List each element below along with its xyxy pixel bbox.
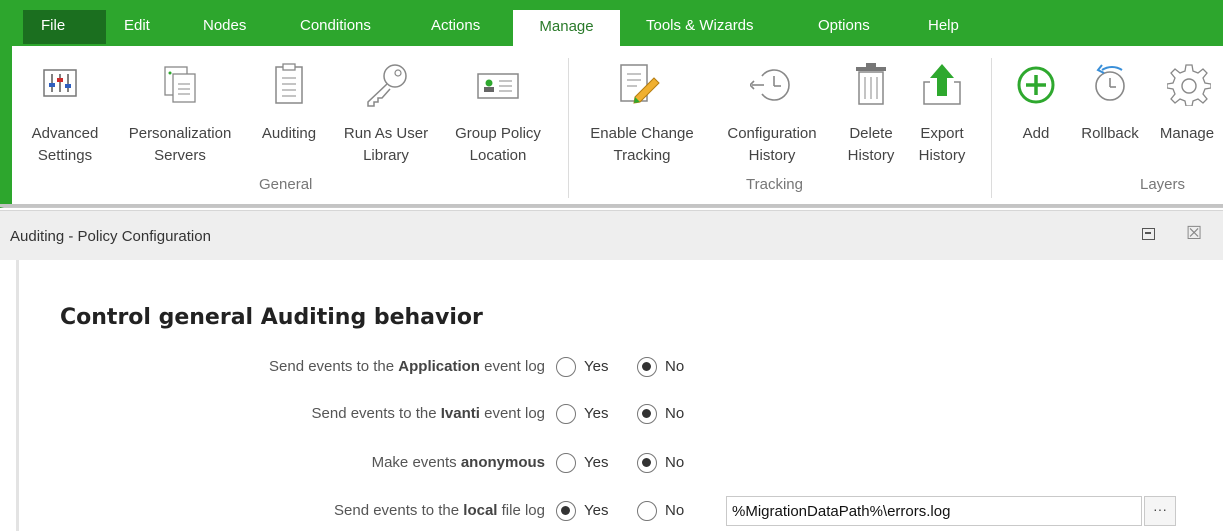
personalization-servers-label-1: Personalization xyxy=(128,125,232,142)
sliders-icon xyxy=(42,66,78,106)
label-suffix: event log xyxy=(479,405,545,422)
label-bold: Application xyxy=(398,358,480,375)
enable-change-tracking-label-2: Tracking xyxy=(613,147,671,164)
section-heading: Control general Auditing behavior xyxy=(60,305,483,330)
menu-actions[interactable]: Actions xyxy=(431,17,480,34)
group-policy-label-1: Group Policy xyxy=(455,125,541,142)
ivanti-event-log-label: Send events to the Ivanti event log xyxy=(312,405,546,422)
ribbon-separator-tracking xyxy=(991,58,992,198)
clipboard-icon xyxy=(272,62,306,112)
label-prefix: Send events to the xyxy=(269,358,399,375)
anonymous-no-label: No xyxy=(665,454,685,471)
label-prefix: Send events to the xyxy=(311,405,441,422)
group-label-tracking: Tracking xyxy=(746,176,803,193)
auditing-label: Auditing xyxy=(261,125,317,142)
group-policy-label-2: Location xyxy=(469,147,527,164)
id-card-icon xyxy=(476,72,520,106)
menu-conditions[interactable]: Conditions xyxy=(300,17,371,34)
servers-icon xyxy=(161,64,199,110)
label-bold: anonymous xyxy=(460,454,545,471)
manage-label: Manage xyxy=(1159,125,1215,142)
local-yes-radio[interactable] xyxy=(556,501,576,521)
menu-help[interactable]: Help xyxy=(928,17,959,34)
enable-change-tracking-button[interactable]: Enable Change Tracking xyxy=(580,62,704,172)
anonymous-events-label: Make events anonymous xyxy=(372,454,545,471)
export-history-label-1: Export xyxy=(920,125,964,142)
enable-change-tracking-label-1: Enable Change xyxy=(590,125,694,142)
ivanti-no-radio[interactable] xyxy=(637,404,657,424)
application-yes-radio[interactable] xyxy=(556,357,576,377)
personalization-servers-label-2: Servers xyxy=(154,147,206,164)
export-history-button[interactable]: Export History xyxy=(906,62,978,172)
ribbon-divider xyxy=(0,204,1223,207)
trash-icon xyxy=(854,62,888,112)
configuration-history-button[interactable]: Configuration History xyxy=(714,62,830,172)
ivanti-no-label: No xyxy=(665,405,685,422)
group-label-general: General xyxy=(259,176,313,193)
menu-edit[interactable]: Edit xyxy=(124,17,150,34)
gear-icon xyxy=(1166,62,1212,112)
group-policy-location-button[interactable]: Group Policy Location xyxy=(444,62,552,172)
local-file-log-label: Send events to the local file log xyxy=(334,502,545,519)
delete-history-label-1: Delete xyxy=(849,125,893,142)
menu-manage[interactable]: Manage xyxy=(513,10,620,48)
ivanti-yes-radio[interactable] xyxy=(556,404,576,424)
panel-title-bar: Auditing - Policy Configuration ☒ xyxy=(0,210,1223,260)
configuration-history-label-1: Configuration xyxy=(727,125,817,142)
advanced-settings-button[interactable]: Advanced Settings xyxy=(22,62,108,172)
rollback-button[interactable]: Rollback xyxy=(1072,62,1148,152)
configuration-history-label-2: History xyxy=(748,147,796,164)
application-no-radio[interactable] xyxy=(637,357,657,377)
history-icon xyxy=(748,64,796,110)
personalization-servers-button[interactable]: Personalization Servers xyxy=(117,62,243,172)
label-suffix: file log xyxy=(497,502,545,519)
anonymous-no-radio[interactable] xyxy=(637,453,657,473)
auditing-button[interactable]: Auditing xyxy=(252,62,326,172)
application-no-label: No xyxy=(665,358,685,375)
advanced-settings-label-2: Settings xyxy=(37,147,93,164)
label-suffix: event log xyxy=(479,358,545,375)
advanced-settings-label-1: Advanced xyxy=(31,125,99,142)
log-path-input[interactable] xyxy=(727,497,1141,525)
delete-history-button[interactable]: Delete History xyxy=(836,62,906,172)
local-no-radio[interactable] xyxy=(637,501,657,521)
run-as-user-library-button[interactable]: Run As User Library xyxy=(334,62,438,172)
run-as-user-label-1: Run As User xyxy=(343,125,429,142)
run-as-user-label-2: Library xyxy=(363,147,409,164)
rollback-icon xyxy=(1088,62,1132,112)
browse-button[interactable]: ··· xyxy=(1144,496,1176,526)
menu-file[interactable]: File xyxy=(41,17,65,34)
application-event-log-label: Send events to the Application event log xyxy=(269,358,545,375)
label-bold: local xyxy=(463,502,498,519)
rollback-label: Rollback xyxy=(1081,125,1139,142)
edit-document-icon xyxy=(618,62,662,114)
panel-title: Auditing - Policy Configuration xyxy=(10,228,211,245)
menu-options[interactable]: Options xyxy=(818,17,870,34)
label-prefix: Make events xyxy=(371,454,461,471)
anonymous-yes-radio[interactable] xyxy=(556,453,576,473)
add-layer-button[interactable]: Add xyxy=(1004,62,1068,152)
add-label: Add xyxy=(1022,125,1050,142)
local-yes-label: Yes xyxy=(584,502,609,519)
menu-nodes[interactable]: Nodes xyxy=(203,17,246,34)
local-no-label: No xyxy=(665,502,685,519)
manage-layers-button[interactable]: Manage xyxy=(1152,62,1222,152)
delete-history-label-2: History xyxy=(847,147,895,164)
export-icon xyxy=(920,62,964,114)
panel-content xyxy=(16,260,1223,531)
label-bold: Ivanti xyxy=(440,405,480,422)
group-label-layers: Layers xyxy=(1140,176,1186,193)
label-prefix: Send events to the xyxy=(334,502,464,519)
ivanti-yes-label: Yes xyxy=(584,405,609,422)
key-icon xyxy=(362,62,410,114)
ribbon-separator-general xyxy=(568,58,569,198)
log-path-field[interactable] xyxy=(726,496,1142,526)
restore-icon[interactable] xyxy=(1142,228,1155,240)
close-icon[interactable]: ☒ xyxy=(1186,223,1202,244)
menu-tools-wizards[interactable]: Tools & Wizards xyxy=(646,17,754,34)
application-yes-label: Yes xyxy=(584,358,609,375)
export-history-label-2: History xyxy=(918,147,966,164)
anonymous-yes-label: Yes xyxy=(584,454,609,471)
plus-circle-icon xyxy=(1016,65,1056,111)
